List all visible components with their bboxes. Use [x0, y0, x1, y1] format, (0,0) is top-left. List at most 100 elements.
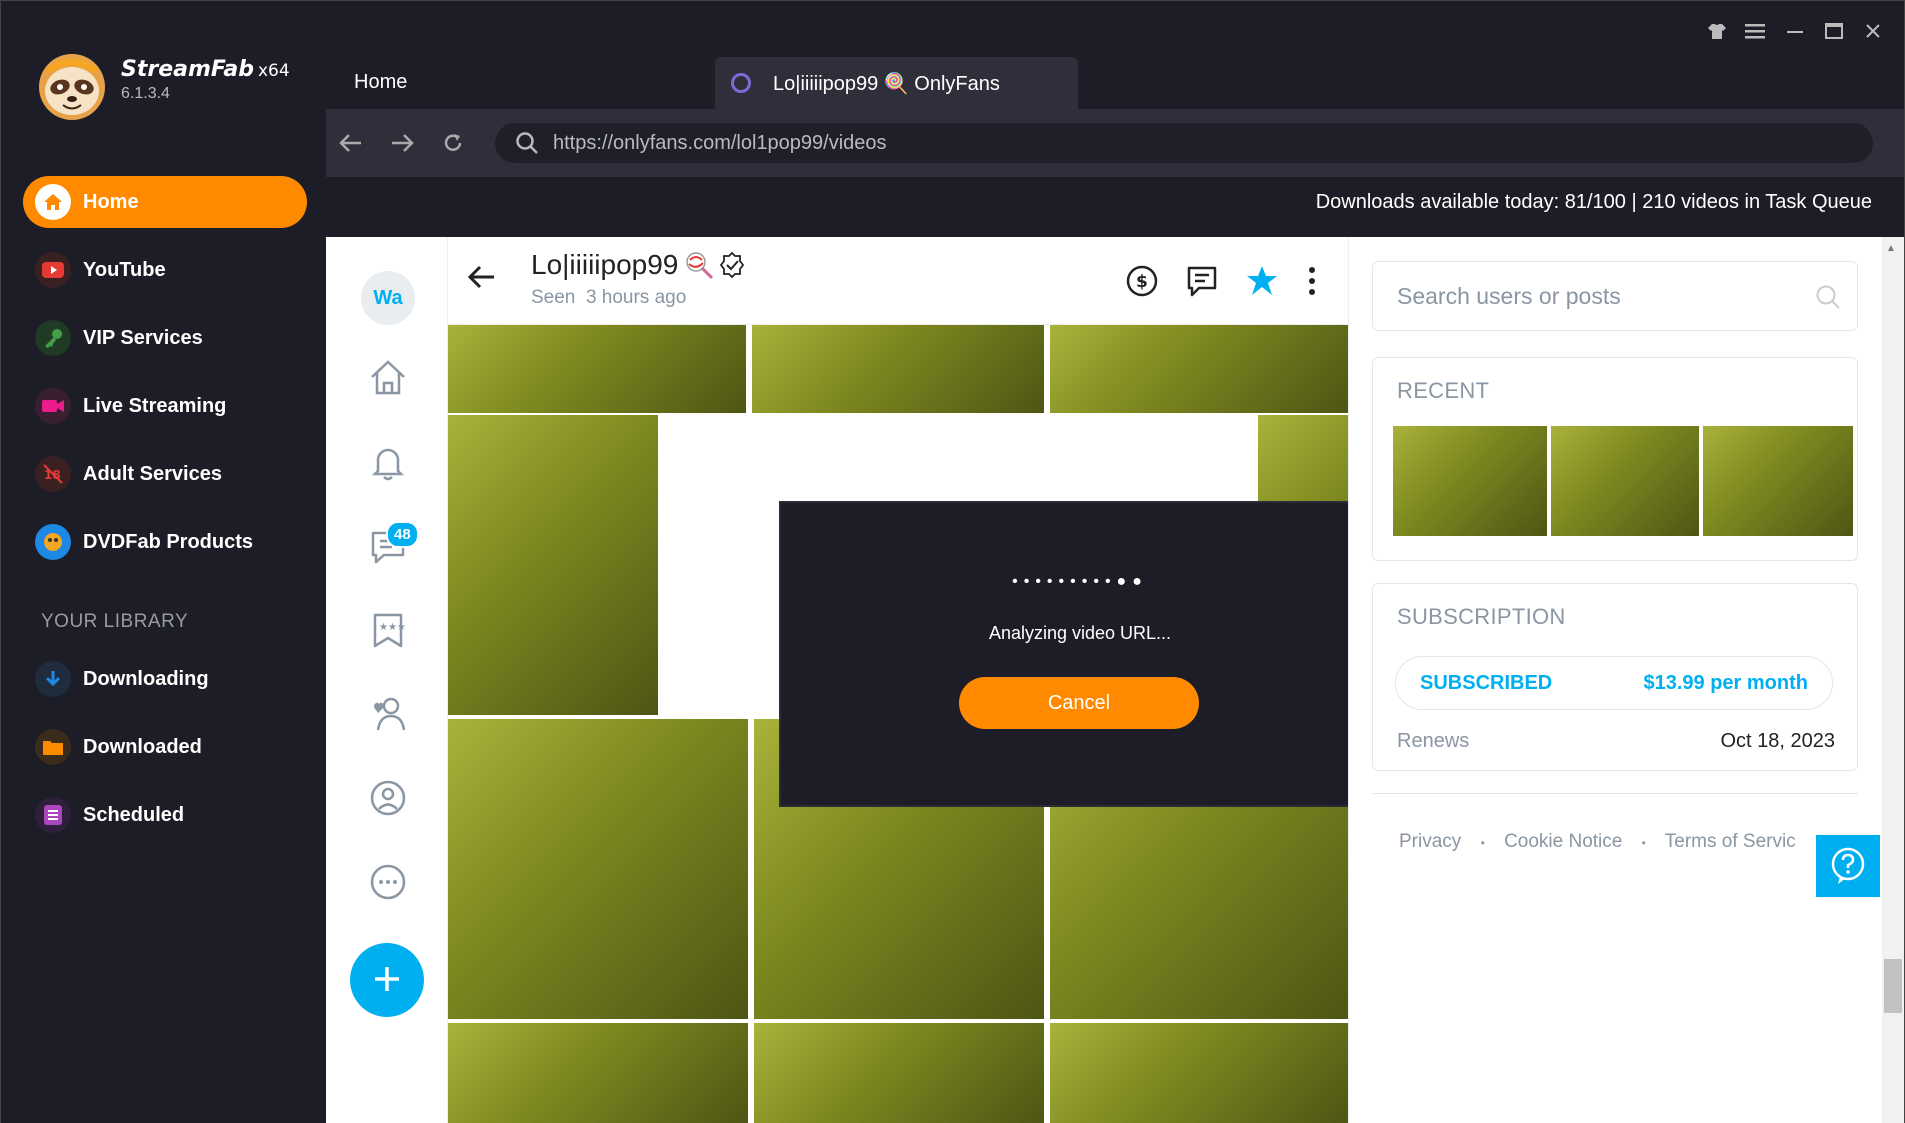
sidebar-item-label: DVDFab Products [83, 530, 254, 553]
video-thumbnail[interactable] [752, 325, 1044, 413]
footer-separator: • [1480, 836, 1485, 850]
tab-home[interactable]: Home [354, 71, 407, 94]
sidebar-item-label: Scheduled [83, 803, 185, 826]
subscriptions-icon[interactable] [363, 689, 413, 739]
subscribed-label: SUBSCRIBED [1420, 671, 1553, 694]
reload-icon[interactable] [435, 125, 471, 161]
sidebar: StreamFab x64 6.1.3.4 Home YouTube VIP Se… [1, 1, 326, 1123]
video-thumbnail[interactable] [1050, 325, 1348, 413]
new-post-button[interactable] [350, 943, 424, 1017]
streamfab-logo [35, 47, 109, 121]
url-text: https://onlyfans.com/lol1pop99/videos [553, 131, 887, 154]
more-icon[interactable] [363, 857, 413, 907]
camera-icon [35, 388, 71, 424]
recent-thumbnail[interactable] [1551, 426, 1699, 536]
terms-link[interactable]: Terms of Servic [1665, 831, 1796, 852]
subscription-price: $13.99 per month [1643, 671, 1808, 694]
app-version: 6.1.3.4 [121, 85, 170, 102]
footer-links: Privacy • Cookie Notice • Terms of Servi… [1399, 831, 1796, 853]
profile-icon[interactable] [363, 773, 413, 823]
download-status: Downloads available today: 81/100 | 210 … [1315, 191, 1872, 213]
collections-icon[interactable]: ★★★ [363, 605, 413, 655]
avatar[interactable]: Wa [361, 271, 415, 325]
folder-icon [35, 729, 71, 765]
verified-icon [718, 251, 746, 279]
sidebar-item-youtube[interactable]: YouTube [23, 244, 307, 296]
footer-separator: • [1641, 836, 1646, 850]
youtube-icon [35, 252, 71, 288]
tab-onlyfans[interactable]: Lo|iiiiipop99 🍭 OnlyFans [715, 57, 1078, 109]
analyzing-message: Analyzing video URL... [988, 623, 1172, 643]
video-thumbnail[interactable] [448, 415, 658, 715]
message-icon[interactable] [1180, 259, 1224, 303]
subscription-title: SUBSCRIPTION [1397, 604, 1566, 629]
sidebar-item-label: Home [83, 190, 139, 213]
key-icon [35, 320, 71, 356]
close-icon[interactable] [1855, 17, 1891, 45]
messages-badge: 48 [386, 521, 419, 548]
sidebar-item-downloaded[interactable]: Downloaded [23, 721, 307, 773]
adult-icon: 18 [35, 456, 71, 492]
skin-icon[interactable] [1699, 17, 1735, 45]
bell-icon[interactable] [363, 437, 413, 487]
help-button[interactable] [1816, 835, 1880, 897]
recent-thumbnail[interactable] [1393, 426, 1547, 536]
profile-name: Lo|iiiiipop99 [531, 249, 746, 281]
sidebar-item-vip-services[interactable]: VIP Services [23, 312, 307, 364]
search-users-input[interactable]: Search users or posts [1372, 261, 1858, 331]
menu-icon[interactable] [1737, 17, 1773, 45]
sidebar-item-live-streaming[interactable]: Live Streaming [23, 380, 307, 432]
help-icon [1830, 846, 1866, 886]
maximize-icon[interactable] [1816, 17, 1852, 45]
sidebar-item-label: Downloaded [83, 735, 202, 758]
sidebar-item-downloading[interactable]: Downloading [23, 653, 307, 705]
lollipop-icon [684, 250, 714, 280]
subscribed-button[interactable]: SUBSCRIBED $13.99 per month [1395, 656, 1833, 710]
search-placeholder: Search users or posts [1397, 282, 1621, 309]
cookie-notice-link[interactable]: Cookie Notice [1504, 831, 1622, 852]
video-thumbnail[interactable] [448, 325, 746, 413]
minimize-icon[interactable] [1777, 17, 1813, 45]
sidebar-item-home[interactable]: Home [23, 176, 307, 228]
scrollbar-thumb[interactable] [1884, 959, 1902, 1013]
loading-icon [731, 73, 751, 93]
sidebar-item-label: VIP Services [83, 326, 203, 349]
back-arrow-icon[interactable] [466, 261, 498, 298]
back-icon[interactable] [333, 125, 369, 161]
app-name: StreamFab x64 [121, 57, 290, 82]
privacy-link[interactable]: Privacy [1399, 831, 1461, 852]
subscription-panel: SUBSCRIPTION SUBSCRIBED $13.99 per month… [1372, 583, 1858, 771]
home-icon[interactable] [363, 352, 413, 402]
search-icon [515, 131, 539, 155]
kebab-menu-icon[interactable] [1290, 259, 1334, 303]
library-heading: YOUR LIBRARY [41, 611, 189, 632]
analyzing-dialog: •••••••••●● Analyzing video URL... Cance… [781, 503, 1348, 805]
tab-title: Lo|iiiiipop99 🍭 OnlyFans [773, 72, 1000, 95]
recent-thumbnail[interactable] [1703, 426, 1853, 536]
sidebar-item-label: Adult Services [83, 462, 222, 485]
sidebar-item-adult-services[interactable]: 18 Adult Services [23, 448, 307, 500]
recent-panel: RECENT [1372, 357, 1858, 561]
video-thumbnail[interactable] [448, 719, 748, 1019]
streamfab-window: StreamFab x64 6.1.3.4 Home YouTube VIP Se… [0, 0, 1905, 1123]
sidebar-item-dvdfab-products[interactable]: DVDFab Products [23, 516, 307, 568]
favorite-star-icon[interactable] [1240, 259, 1284, 303]
url-bar[interactable]: https://onlyfans.com/lol1pop99/videos [495, 123, 1873, 163]
sidebar-item-scheduled[interactable]: Scheduled [23, 789, 307, 841]
onlyfans-nav: Wa 48 ★★★ [326, 237, 448, 1123]
last-seen: Seen 3 hours ago [531, 287, 687, 308]
video-thumbnail[interactable] [754, 1023, 1044, 1123]
video-grid: •••••••••●● Analyzing video URL... Cance… [448, 325, 1348, 1123]
home-icon [35, 184, 71, 220]
tip-icon[interactable]: $ [1120, 259, 1164, 303]
webpage: Wa 48 ★★★ Lo|iiiiipop99 Seen 3 hours ago… [326, 237, 1904, 1123]
svg-text:★★★: ★★★ [379, 622, 406, 633]
scrollbar[interactable]: ▲ [1882, 237, 1904, 1123]
plus-icon [372, 956, 402, 1004]
cancel-button[interactable]: Cancel [959, 677, 1199, 729]
video-thumbnail[interactable] [448, 1023, 748, 1123]
video-thumbnail[interactable] [1050, 1023, 1348, 1123]
scroll-up-icon[interactable]: ▲ [1886, 243, 1896, 254]
forward-icon[interactable] [384, 125, 420, 161]
search-icon [1815, 284, 1841, 316]
